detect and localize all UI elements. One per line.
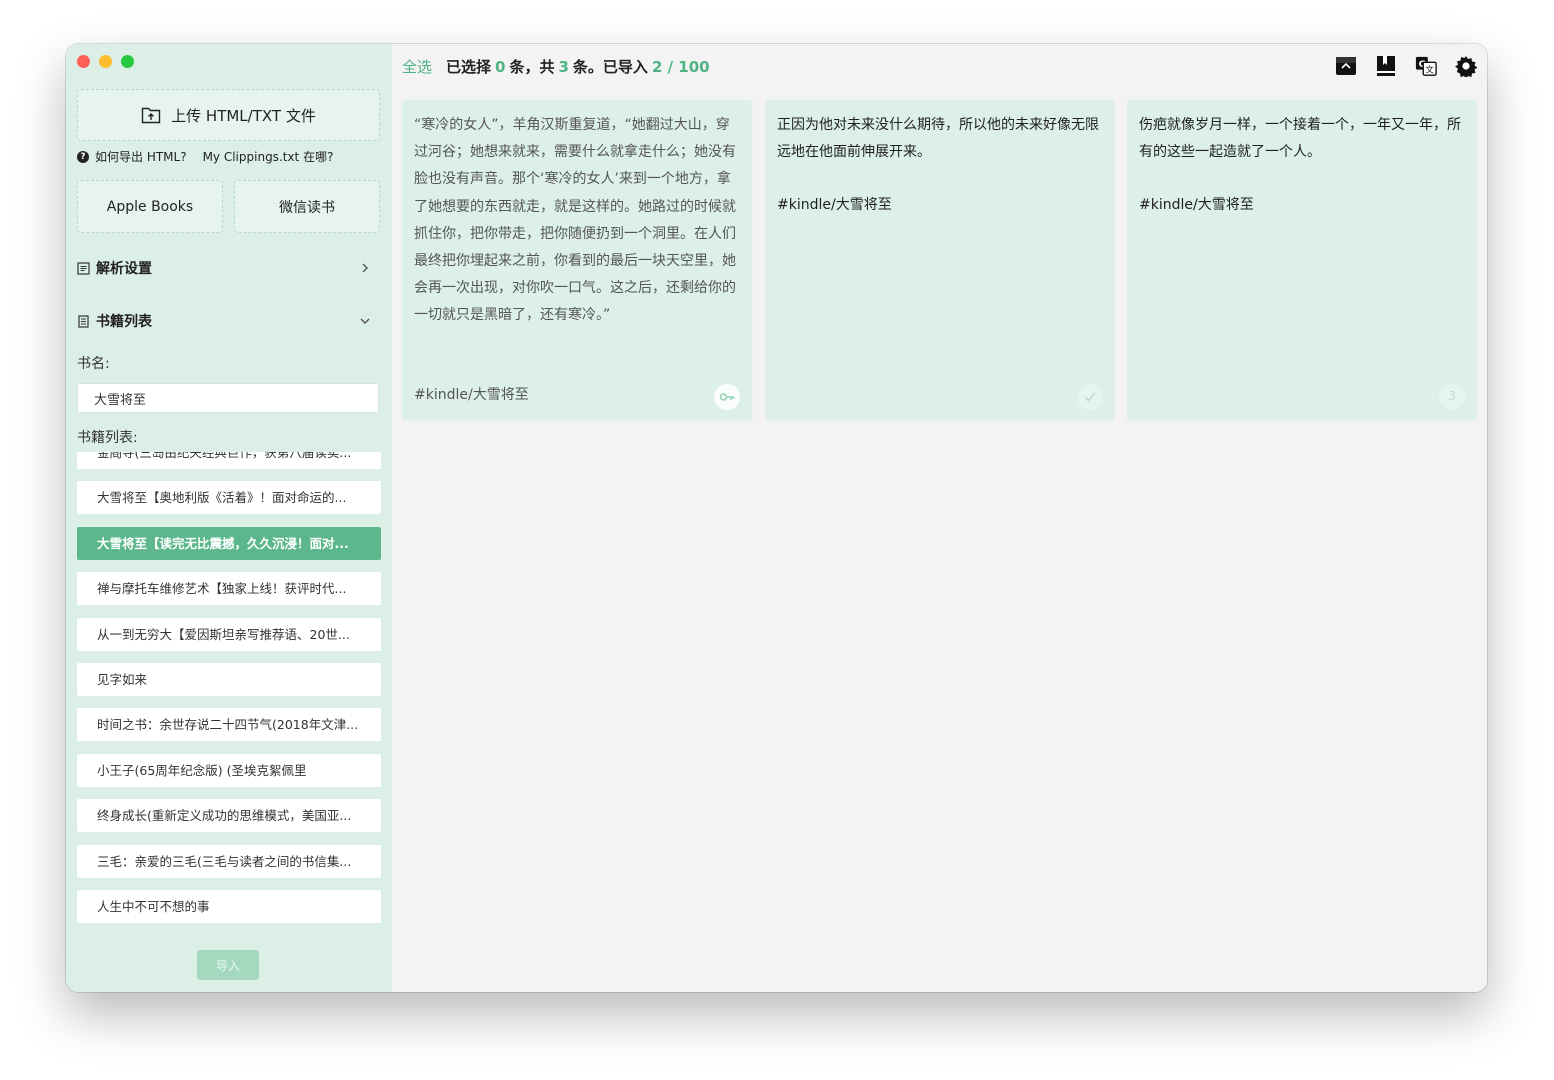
- book-list-inner: 金阁寺(三岛由纪夫经典巨作，获第八届读卖... 大雪将至【奥地利版《活着》！面对命…: [77, 452, 381, 935]
- upload-file-button[interactable]: 上传 HTML/TXT 文件: [77, 89, 380, 141]
- card-3-badge[interactable]: 3: [1439, 384, 1465, 410]
- imported-value: 2 / 100: [651, 57, 710, 76]
- parse-settings-row[interactable]: 解析设置: [77, 257, 371, 279]
- question-icon: ?: [77, 150, 89, 163]
- chevron-right-icon: [362, 263, 368, 273]
- archive-icon[interactable]: [1335, 55, 1357, 77]
- highlight-card-3[interactable]: 伤疤就像岁月一样，一个接着一个，一年又一年，所有的这些一起造就了一个人。 #ki…: [1127, 100, 1477, 420]
- upload-file-label: 上传 HTML/TXT 文件: [171, 106, 316, 125]
- svg-text:文: 文: [1426, 64, 1434, 74]
- highlight-card-1[interactable]: “寒冷的女人”，羊角汉斯重复道，“她翻过大山，穿过河谷；她想来就来，需要什么就拿…: [402, 100, 752, 420]
- card-2-tag: #kindle/大雪将至: [777, 197, 892, 213]
- toolbar: G 文: [1335, 55, 1477, 77]
- help-links: ? 如何导出 HTML? My Clippings.txt 在哪?: [77, 148, 333, 165]
- book-list-item[interactable]: 大雪将至【奥地利版《活着》！面对命运的...: [77, 481, 381, 515]
- app-window: 上传 HTML/TXT 文件 ? 如何导出 HTML? My Clippings…: [66, 44, 1487, 992]
- total-count: 3: [558, 57, 569, 76]
- book-icon[interactable]: [1375, 55, 1397, 77]
- key-icon[interactable]: [714, 384, 740, 410]
- wechat-read-label: 微信读书: [279, 199, 335, 216]
- sidebar: 上传 HTML/TXT 文件 ? 如何导出 HTML? My Clippings…: [66, 44, 392, 992]
- book-list-item[interactable]: 大雪将至【读完无比震撼，久久沉浸！面对...: [77, 526, 381, 560]
- upload-file-icon: [141, 107, 161, 124]
- book-list-label: 书籍列表:: [77, 430, 138, 446]
- card-3-text: 伤疤就像岁月一样，一个接着一个，一年又一年，所有的这些一起造就了一个人。: [1139, 117, 1461, 161]
- card-1-text: “寒冷的女人”，羊角汉斯重复道，“她翻过大山，穿过河谷；她想来就来，需要什么就拿…: [414, 117, 736, 324]
- translate-icon[interactable]: G 文: [1415, 55, 1437, 77]
- book-list-item[interactable]: 金阁寺(三岛由纪夫经典巨作，获第八届读卖...: [77, 452, 381, 469]
- apple-books-button[interactable]: Apple Books: [77, 180, 223, 233]
- book-name-label: 书名:: [77, 356, 110, 372]
- card-1-tag: #kindle/大雪将至: [414, 387, 529, 403]
- wechat-read-button[interactable]: 微信读书: [234, 180, 380, 233]
- book-list-item[interactable]: 见字如来: [77, 662, 381, 696]
- help-clippings-link[interactable]: My Clippings.txt 在哪?: [203, 148, 334, 165]
- selected-count: 0: [495, 57, 506, 76]
- imported-prefix: 条。已导入: [572, 58, 648, 76]
- select-all-link[interactable]: 全选: [402, 56, 432, 77]
- book-name-input[interactable]: [77, 383, 379, 413]
- book-list-item[interactable]: 时间之书：余世存说二十四节气(2018年文津...: [77, 708, 381, 742]
- window-controls: [77, 55, 134, 68]
- book-list-item[interactable]: 人生中不可不想的事: [77, 889, 381, 923]
- chevron-down-icon: [360, 318, 370, 324]
- close-window-button[interactable]: [77, 55, 90, 68]
- zoom-window-button[interactable]: [121, 55, 134, 68]
- check-icon[interactable]: [1077, 384, 1103, 410]
- main-panel: 全选 已选择 0 条，共 3 条。已导入 2 / 100 G 文 “寒冷的女人”…: [392, 44, 1487, 992]
- parse-settings-label: 解析设置: [96, 261, 152, 277]
- card-3-tag: #kindle/大雪将至: [1139, 197, 1254, 213]
- total-prefix: 条，共: [509, 58, 555, 76]
- book-list-item[interactable]: 禅与摩托车维修艺术【独家上线！获评时代...: [77, 572, 381, 606]
- gear-icon[interactable]: [1455, 55, 1477, 77]
- import-button[interactable]: 导入: [197, 950, 259, 980]
- highlight-card-2[interactable]: 正因为他对未来没什么期待，所以他的未来好像无限远地在他面前伸展开来。 #kind…: [765, 100, 1115, 420]
- help-export-html-link[interactable]: 如何导出 HTML?: [95, 148, 187, 165]
- book-list-item[interactable]: 小王子(65周年纪念版) (圣埃克絮佩里: [77, 753, 381, 787]
- book-list-item[interactable]: 三毛：亲爱的三毛(三毛与读者之间的书信集...: [77, 844, 381, 878]
- minimize-window-button[interactable]: [99, 55, 112, 68]
- selected-prefix: 已选择: [446, 58, 492, 76]
- list-doc-icon: [78, 314, 89, 328]
- book-list-item[interactable]: 终身成长(重新定义成功的思维模式，美国亚...: [77, 799, 381, 833]
- selection-status-bar: 全选 已选择 0 条，共 3 条。已导入 2 / 100: [402, 56, 714, 77]
- apple-books-label: Apple Books: [106, 198, 194, 215]
- settings-doc-icon: [77, 261, 90, 275]
- card-2-text: 正因为他对未来没什么期待，所以他的未来好像无限远地在他面前伸展开来。: [777, 117, 1099, 161]
- book-list[interactable]: 金阁寺(三岛由纪夫经典巨作，获第八届读卖... 大雪将至【奥地利版《活着》！面对命…: [77, 452, 381, 938]
- book-list-section-row[interactable]: 书籍列表: [77, 310, 371, 332]
- book-list-section-label: 书籍列表: [96, 314, 152, 330]
- book-list-item[interactable]: 从一到无穷大【爱因斯坦亲写推荐语、20世...: [77, 617, 381, 651]
